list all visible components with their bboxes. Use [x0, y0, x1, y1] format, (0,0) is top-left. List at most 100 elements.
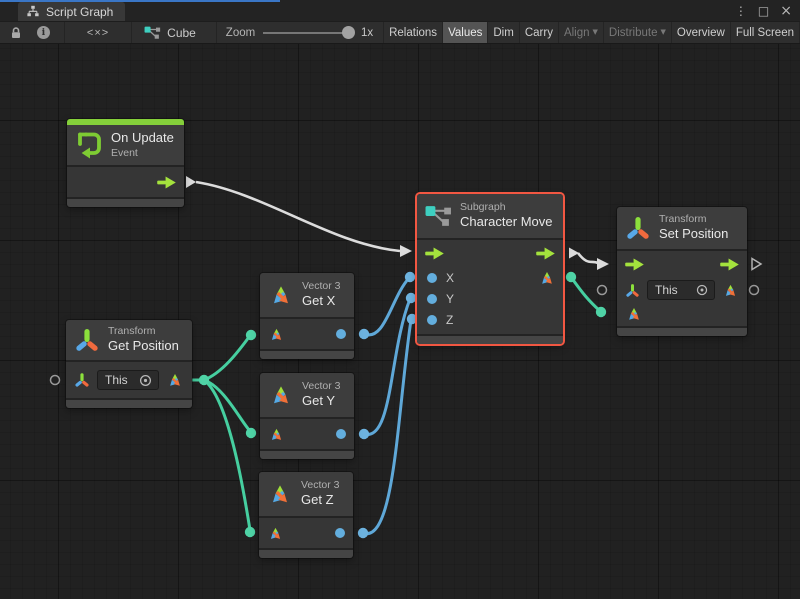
node-footer: [417, 336, 563, 344]
zoom-value: 1x: [361, 27, 373, 39]
node-footer: [617, 328, 747, 336]
close-icon[interactable]: ×: [780, 4, 792, 18]
align-button[interactable]: Align ▼: [559, 22, 604, 43]
node-character-move[interactable]: Subgraph Character Move X Y Z: [417, 194, 563, 344]
node-type: Transform: [659, 213, 728, 227]
target-object-field[interactable]: This: [97, 370, 159, 390]
vector3-icon: [268, 382, 294, 408]
transform-icon: [625, 215, 651, 241]
wire-flow-charactermove-to-setposition: [569, 248, 609, 271]
node-title: Character Move: [460, 214, 552, 231]
zoom-slider[interactable]: [263, 26, 349, 39]
graph-name: Cube: [167, 26, 196, 40]
object-picker-icon[interactable]: [138, 373, 153, 388]
flow-output-port[interactable]: [157, 176, 176, 189]
node-type: Transform: [108, 325, 179, 339]
vector3-icon: [268, 282, 294, 308]
float-input-port-z[interactable]: [427, 315, 437, 325]
flow-input-port[interactable]: [625, 258, 644, 271]
wire-value-getz-to-charactermove[interactable]: [363, 320, 411, 534]
chevron-down-icon: ▼: [593, 29, 598, 36]
float-output-port[interactable]: [336, 429, 346, 439]
node-footer: [260, 451, 354, 459]
port-label-z: Z: [446, 313, 453, 327]
full-screen-button[interactable]: Full Screen: [731, 22, 800, 43]
script-graph-icon: [26, 5, 40, 18]
zoom-slider-track[interactable]: [263, 32, 349, 34]
wire-flow-onupdate-to-charactermove: [186, 176, 412, 257]
relations-button[interactable]: Relations: [384, 22, 443, 43]
node-get-position[interactable]: Transform Get Position This: [66, 320, 192, 408]
object-picker-icon[interactable]: [695, 283, 709, 297]
vector3-output-port[interactable]: [722, 282, 739, 299]
toolbar-toggle-group: Relations Values Dim Carry Align ▼ Distr…: [384, 22, 800, 43]
graph-icon: [144, 26, 161, 40]
vector3-input-port[interactable]: [267, 525, 284, 542]
unconnected-flow-triangle[interactable]: [752, 259, 761, 270]
node-footer: [67, 199, 184, 207]
float-input-port-y[interactable]: [427, 294, 437, 304]
loop-icon: [75, 130, 103, 160]
node-type: Vector 3: [301, 479, 340, 493]
edit-source-button[interactable]: <×>: [81, 22, 115, 43]
node-type: Vector 3: [302, 380, 341, 394]
carry-button[interactable]: Carry: [520, 22, 559, 43]
node-get-y[interactable]: Vector 3 Get Y: [260, 373, 354, 459]
tab-script-graph[interactable]: Script Graph: [18, 2, 125, 21]
vector3-output-port[interactable]: [166, 371, 184, 389]
float-output-port[interactable]: [336, 329, 346, 339]
node-footer: [260, 351, 354, 359]
flow-output-port[interactable]: [536, 247, 555, 260]
float-output-port[interactable]: [335, 528, 345, 538]
transform-input-port[interactable]: [625, 283, 640, 298]
vector3-input-port[interactable]: [268, 426, 285, 443]
info-icon: i: [37, 26, 50, 39]
node-set-position[interactable]: Transform Set Position This: [617, 207, 747, 336]
lock-icon: [9, 26, 23, 40]
values-button[interactable]: Values: [443, 22, 488, 43]
node-type: Event: [111, 147, 174, 161]
tab-title: Script Graph: [46, 5, 113, 19]
window-menu-icon[interactable]: ⋮: [735, 5, 747, 17]
node-title: On Update: [111, 130, 174, 147]
target-object-field[interactable]: This: [647, 280, 715, 300]
flow-input-port[interactable]: [425, 247, 444, 260]
node-get-x[interactable]: Vector 3 Get X: [260, 273, 354, 359]
overview-button[interactable]: Overview: [672, 22, 731, 43]
toolbar-divider: [216, 22, 217, 43]
toolbar-divider: [131, 22, 132, 43]
float-input-port-x[interactable]: [427, 273, 437, 283]
dim-button[interactable]: Dim: [488, 22, 519, 43]
graph-breadcrumb[interactable]: Cube: [144, 26, 196, 40]
node-title: Get X: [302, 293, 341, 310]
info-button[interactable]: i: [33, 22, 54, 43]
node-type: Vector 3: [302, 280, 341, 294]
graph-toolbar: i <×> Cube Zoom 1x Relations Values Dim …: [0, 21, 800, 44]
title-bar: Script Graph ⋮ □ ×: [0, 0, 800, 21]
chevron-down-icon: ▼: [661, 29, 666, 36]
node-title: Set Position: [659, 226, 728, 243]
maximize-icon[interactable]: □: [758, 5, 769, 17]
vector3-input-port[interactable]: [268, 326, 285, 343]
unconnected-port-circle[interactable]: [51, 376, 60, 385]
graph-canvas[interactable]: On Update Event Transform Get Position T…: [0, 44, 800, 599]
port-label-x: X: [446, 271, 454, 285]
distribute-button[interactable]: Distribute ▼: [604, 22, 672, 43]
zoom-slider-handle[interactable]: [342, 26, 355, 39]
node-title: Get Y: [302, 393, 341, 410]
unconnected-port-circle[interactable]: [750, 286, 759, 295]
node-on-update[interactable]: On Update Event: [67, 119, 184, 207]
flow-output-port[interactable]: [720, 258, 739, 271]
lock-button[interactable]: [6, 22, 27, 43]
node-title: Get Position: [108, 338, 179, 355]
node-title: Get Z: [301, 492, 340, 509]
subgraph-icon: [425, 205, 452, 228]
node-get-z[interactable]: Vector 3 Get Z: [259, 472, 353, 558]
node-footer: [66, 400, 192, 408]
vector3-output-port[interactable]: [538, 269, 556, 287]
unconnected-port-circle[interactable]: [598, 286, 607, 295]
node-type: Subgraph: [460, 201, 552, 215]
vector3-icon: [267, 481, 293, 507]
transform-input-port[interactable]: [74, 372, 90, 388]
vector3-input-port[interactable]: [625, 305, 643, 323]
